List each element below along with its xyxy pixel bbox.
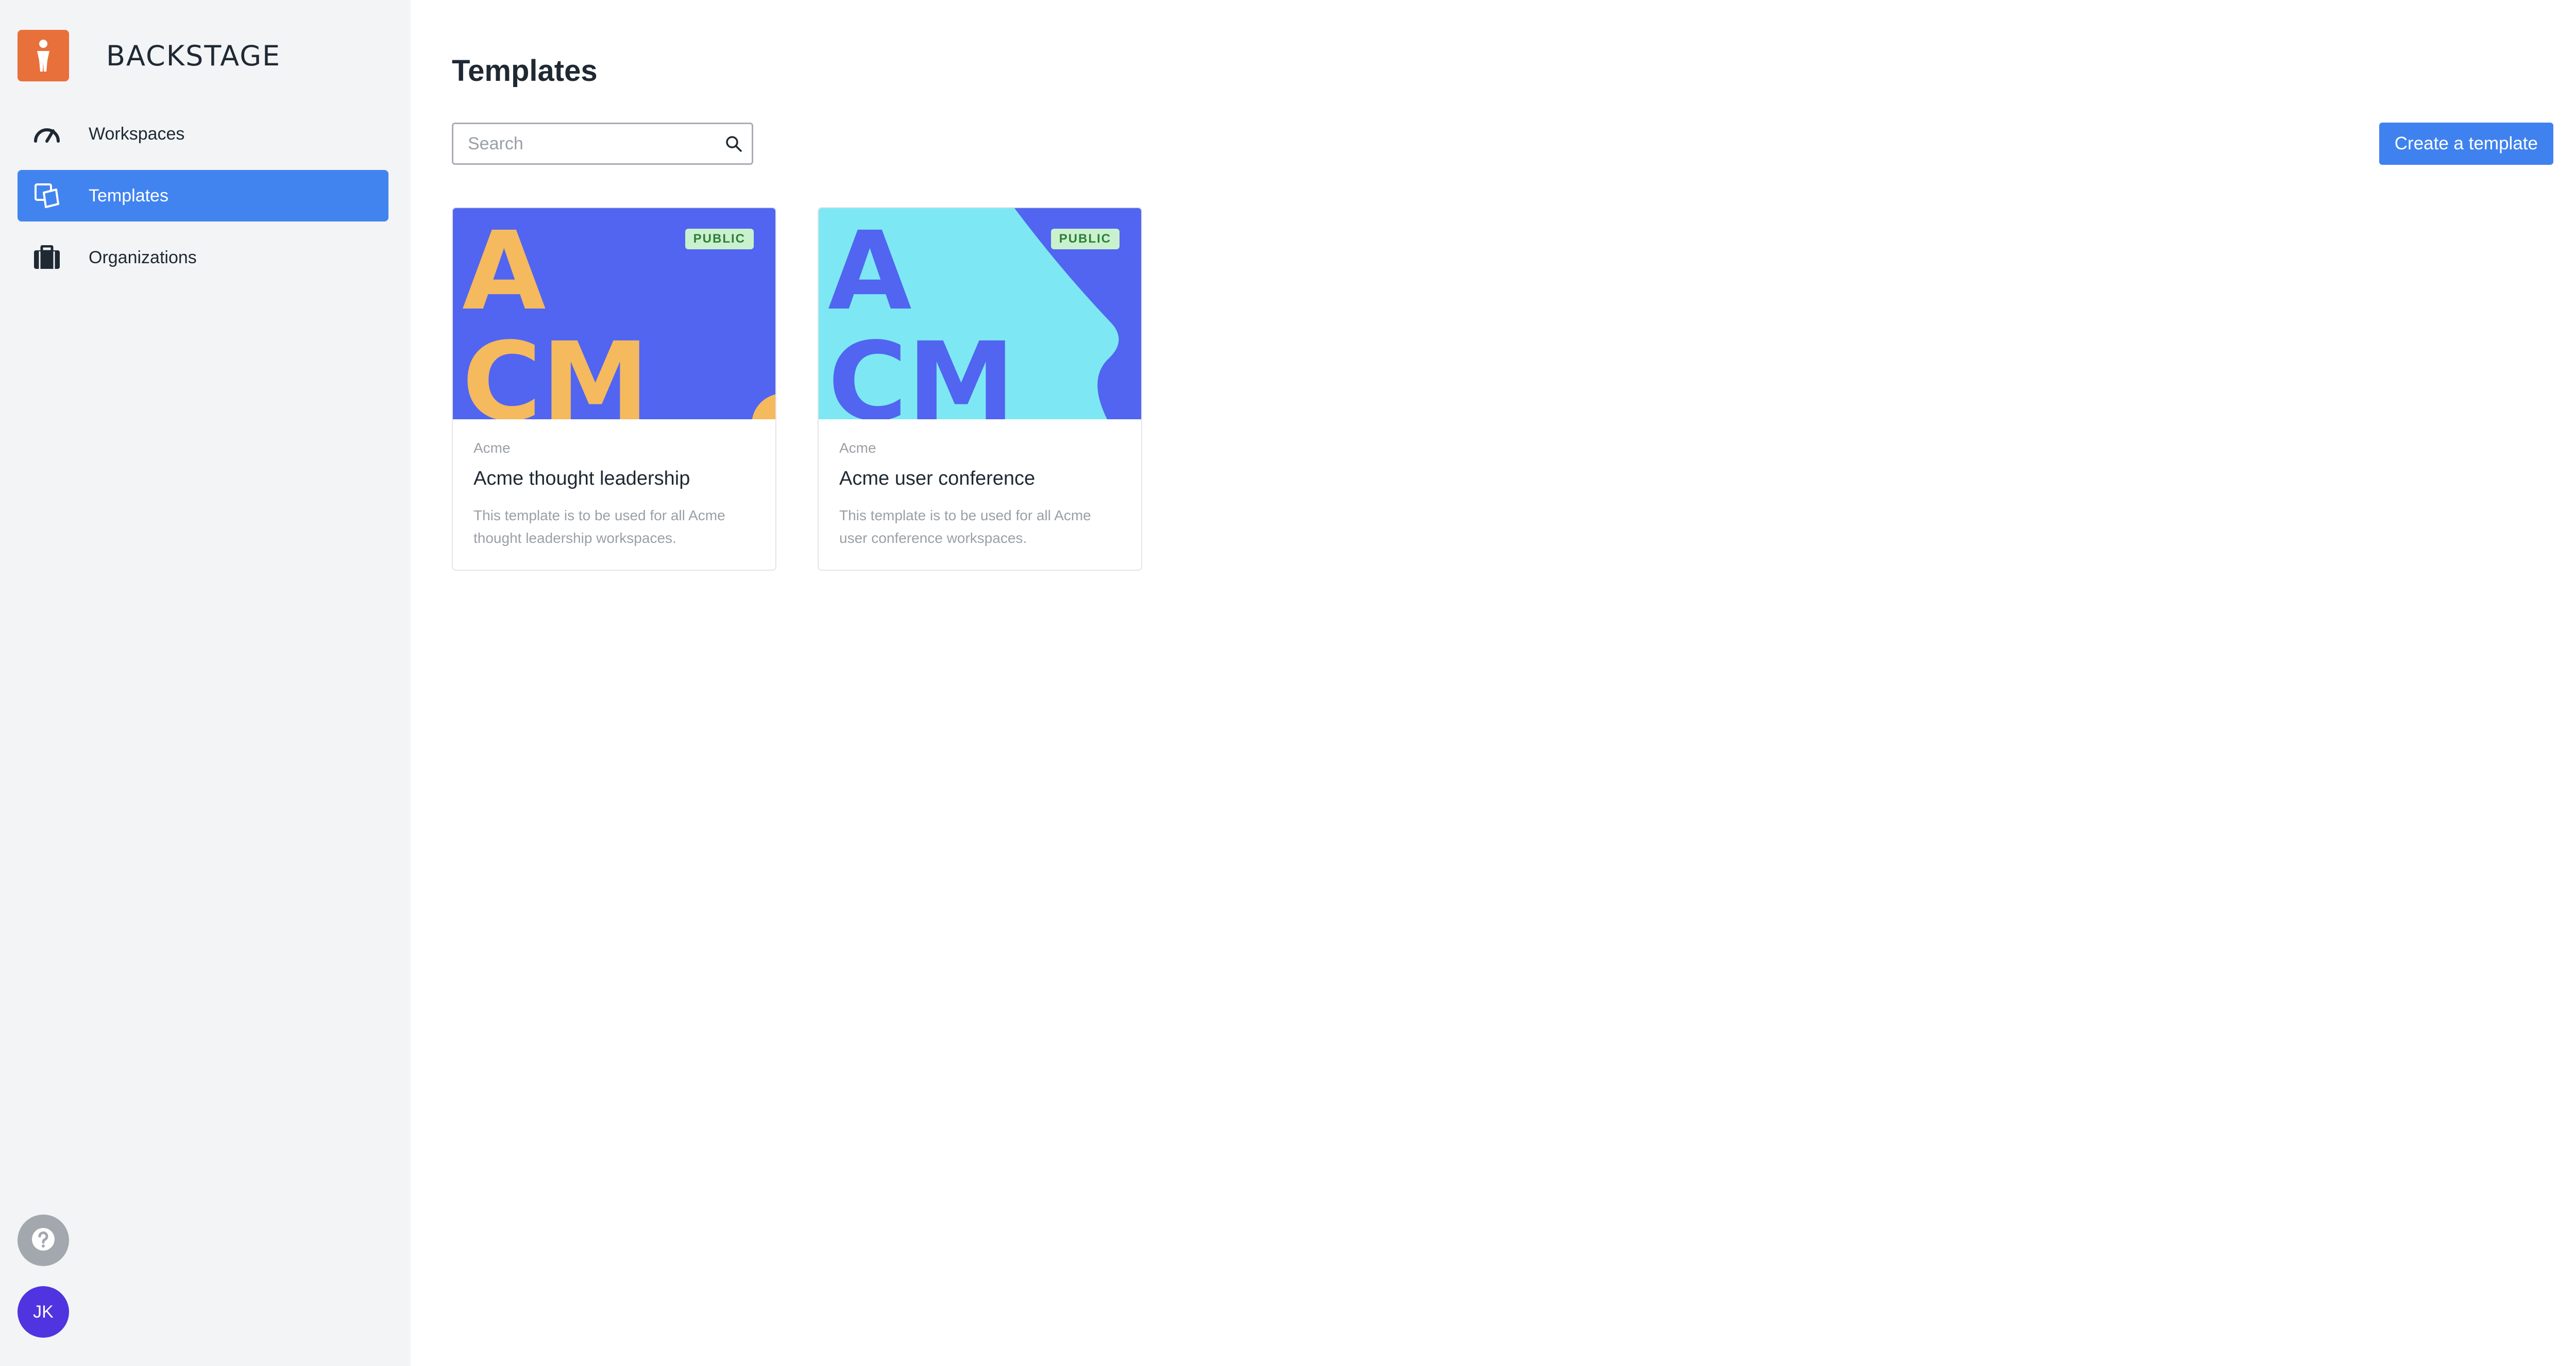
sidebar-item-label: Organizations <box>89 247 197 267</box>
page-title: Templates <box>452 54 598 88</box>
template-thumbnail: A CM PUBLIC <box>819 208 1141 419</box>
template-org: Acme <box>839 440 876 456</box>
sidebar-nav: Workspaces Templates Organizations <box>18 108 388 294</box>
search-icon[interactable] <box>716 135 752 152</box>
briefcase-icon <box>29 242 65 273</box>
sidebar-item-organizations[interactable]: Organizations <box>18 232 388 283</box>
template-org: Acme <box>473 440 511 456</box>
avatar[interactable]: JK <box>18 1286 69 1338</box>
sidebar: BACKSTAGE Workspaces Templates Organizat… <box>0 0 411 1366</box>
sidebar-item-workspaces[interactable]: Workspaces <box>18 108 388 160</box>
gauge-icon <box>29 118 65 149</box>
status-badge: PUBLIC <box>685 229 754 249</box>
template-description: This template is to be used for all Acme… <box>839 507 1091 546</box>
help-icon <box>30 1226 56 1255</box>
template-card[interactable]: A CM PUBLIC Acme Acme user conference Th… <box>818 207 1142 571</box>
thumb-letter: A <box>828 208 912 334</box>
template-grid: A CM PUBLIC Acme Acme thought leadership… <box>452 207 1183 571</box>
template-thumbnail: A CM PUBLIC <box>453 208 775 419</box>
brand-name: BACKSTAGE <box>106 39 281 72</box>
template-card-body: Acme Acme user conference This template … <box>819 419 1141 550</box>
template-card[interactable]: A CM PUBLIC Acme Acme thought leadership… <box>452 207 776 571</box>
template-description: This template is to be used for all Acme… <box>473 507 725 546</box>
template-card-body: Acme Acme thought leadership This templa… <box>453 419 775 550</box>
create-template-button[interactable]: Create a template <box>2379 123 2553 165</box>
help-button[interactable] <box>18 1215 69 1266</box>
brand[interactable]: BACKSTAGE <box>18 30 281 81</box>
search-box <box>452 123 753 165</box>
thumb-letter: CM <box>462 319 649 419</box>
sidebar-item-templates[interactable]: Templates <box>18 170 388 221</box>
templates-icon <box>29 180 65 211</box>
template-title: Acme user conference <box>839 468 1036 489</box>
sidebar-item-label: Templates <box>89 185 168 206</box>
thumb-letter: A <box>462 208 546 334</box>
status-badge: PUBLIC <box>1050 229 1120 249</box>
logo-icon <box>18 30 69 81</box>
main-content: Templates Create a template A CM PUBLIC <box>411 0 2576 1366</box>
template-title: Acme thought leadership <box>473 468 690 489</box>
search-input[interactable] <box>453 124 716 163</box>
thumb-letter: CM <box>828 319 1015 419</box>
sidebar-item-label: Workspaces <box>89 124 185 144</box>
